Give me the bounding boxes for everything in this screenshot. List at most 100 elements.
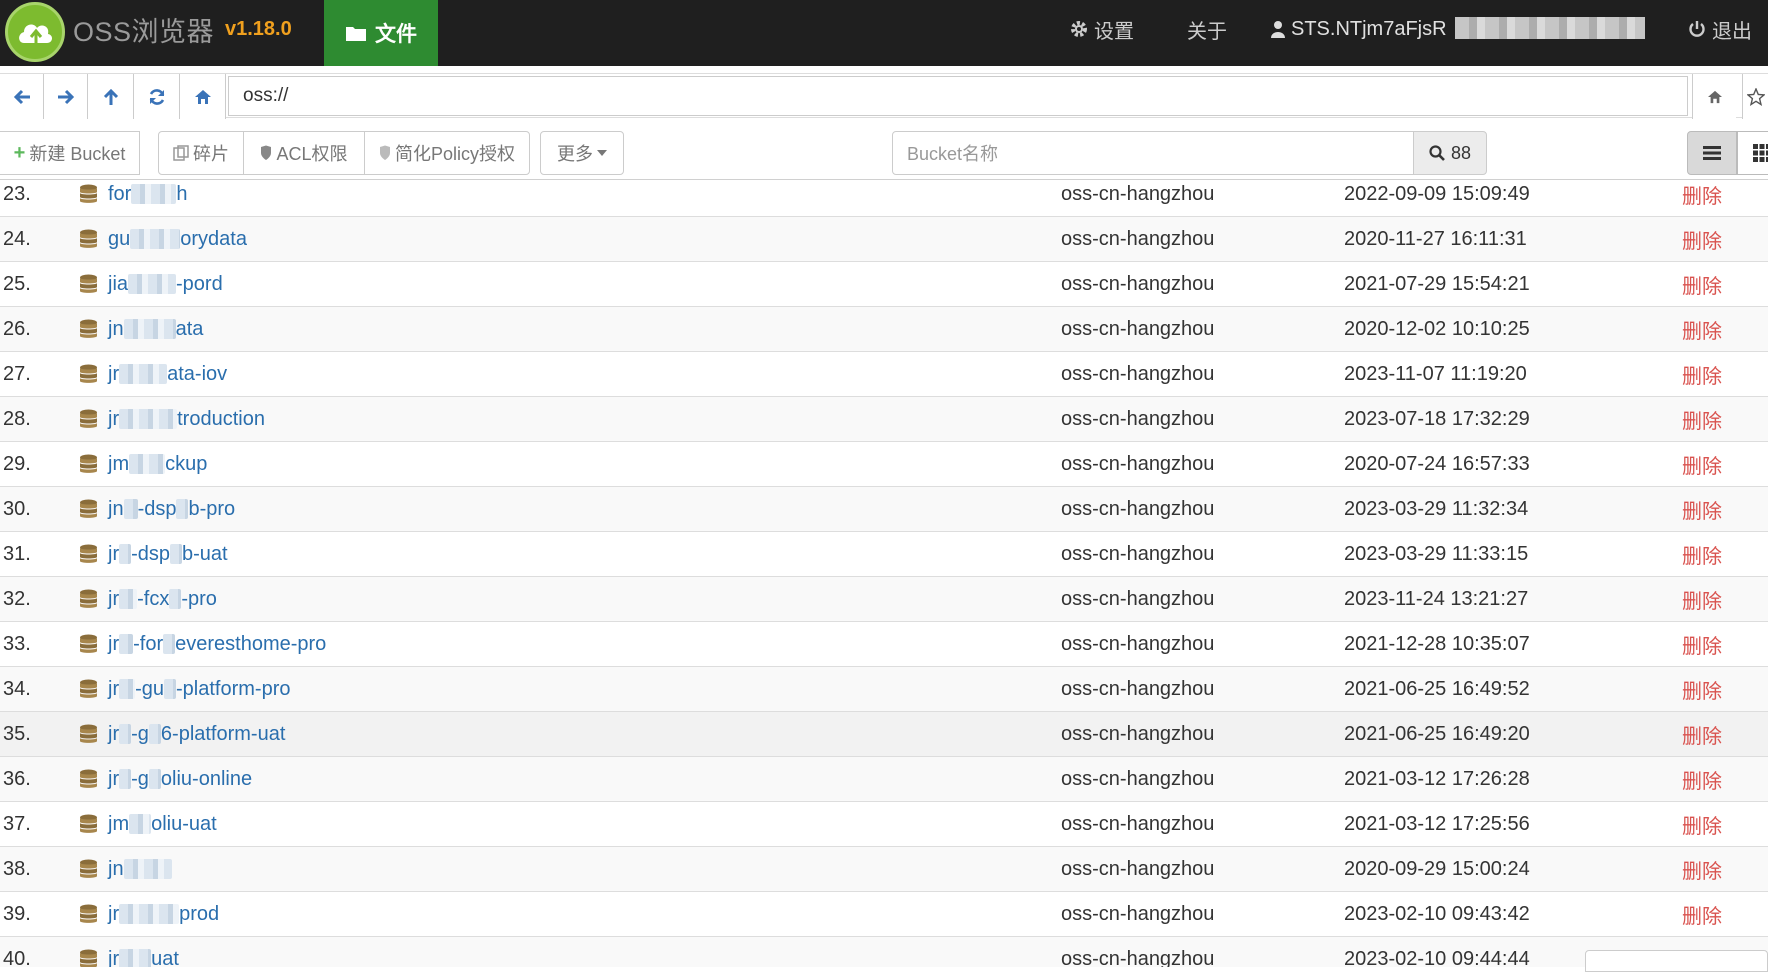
bucket-region: oss-cn-hangzhou [1061, 632, 1215, 655]
table-row[interactable]: 39. jr prod oss-cn-hangzhou 2023-02-10 09:43… [0, 892, 1768, 937]
bucket-toolbar: + 新建 Bucket 碎片 ACL权限 简化Policy授权 更多 Bucke… [0, 128, 1768, 180]
delete-link[interactable]: 删除 [1682, 262, 1722, 306]
list-view-button[interactable] [1687, 131, 1737, 175]
bucket-name-middle: -g [131, 722, 149, 745]
table-row[interactable]: 35. jr -g 6-platform-uat oss-cn-hangzhou 2021… [0, 712, 1768, 757]
delete-link[interactable]: 删除 [1682, 622, 1722, 666]
bucket-name-link[interactable]: jm ckup [79, 442, 207, 486]
address-input[interactable]: oss:// [228, 76, 1688, 116]
fragments-label: 碎片 [193, 144, 229, 164]
table-row[interactable]: 33. jr -for everesthome-pro oss-cn-hangzhou 2… [0, 622, 1768, 667]
bucket-region: oss-cn-hangzhou [1061, 947, 1215, 968]
bucket-name-middle: uat [151, 947, 179, 968]
acl-button[interactable]: ACL权限 [243, 131, 365, 175]
bucket-name-link[interactable]: gu orydata [79, 217, 247, 261]
grid-view-button[interactable] [1737, 131, 1768, 175]
table-row[interactable]: 38. jn oss-cn-hangzhou 2020-09-29 15:00:24 删… [0, 847, 1768, 892]
bucket-name-link[interactable]: jm oliu-uat [79, 802, 217, 846]
bucket-name-suffix: -pro [181, 587, 217, 610]
delete-link[interactable]: 删除 [1682, 577, 1722, 621]
bucket-name-link[interactable]: jr uat [79, 937, 179, 967]
delete-link[interactable]: 删除 [1682, 397, 1722, 441]
logout-link[interactable]: 退出 [1688, 0, 1752, 58]
delete-link[interactable]: 删除 [1682, 712, 1722, 756]
policy-button[interactable]: 简化Policy授权 [364, 131, 530, 175]
search-button[interactable]: 88 [1413, 131, 1487, 175]
about-link[interactable]: 关于 [1187, 0, 1227, 58]
row-number: 24. [3, 227, 31, 250]
bucket-name-link[interactable]: jr -for everesthome-pro [79, 622, 326, 666]
bucket-name-link[interactable]: for h [79, 181, 187, 216]
delete-link[interactable]: 删除 [1682, 217, 1722, 261]
bucket-name-prefix: jr [108, 947, 120, 968]
user-menu[interactable]: STS.NTjm7aFjsR [1271, 0, 1447, 58]
bucket-name-link[interactable]: jia -pord [79, 262, 223, 306]
delete-link[interactable]: 删除 [1682, 352, 1722, 396]
back-button[interactable] [0, 74, 44, 119]
bucket-table: 23. for h oss-cn-hangzhou 2022-09-09 15:09:4… [0, 181, 1768, 967]
redacted-text [119, 949, 152, 967]
bucket-name-link[interactable]: jr troduction [79, 397, 265, 441]
delete-link[interactable]: 删除 [1682, 307, 1722, 351]
table-row[interactable]: 28. jr troduction oss-cn-hangzhou 2023-07-18… [0, 397, 1768, 442]
bucket-name-link[interactable]: jn [79, 847, 172, 891]
refresh-button[interactable] [134, 74, 180, 119]
delete-link[interactable]: 删除 [1682, 667, 1722, 711]
row-number: 23. [3, 182, 31, 205]
table-row[interactable]: 23. for h oss-cn-hangzhou 2022-09-09 15:09:4… [0, 181, 1768, 217]
settings-link[interactable]: 设置 [1070, 0, 1134, 58]
table-row[interactable]: 31. jr -dsp b-uat oss-cn-hangzhou 2023-03-29 … [0, 532, 1768, 577]
fragments-button[interactable]: 碎片 [158, 131, 244, 175]
redacted-text [119, 634, 134, 654]
table-row[interactable]: 27. jr ata-iov oss-cn-hangzhou 2023-11-07 11… [0, 352, 1768, 397]
bookmark-button[interactable] [1742, 74, 1768, 119]
table-row[interactable]: 34. jr -gu -platform-pro oss-cn-hangzhou 2021… [0, 667, 1768, 712]
row-number: 35. [3, 722, 31, 745]
table-row[interactable]: 40. jr uat oss-cn-hangzhou 2023-02-10 09:44:… [0, 937, 1768, 967]
more-dropdown[interactable]: 更多 [540, 131, 624, 175]
delete-link[interactable]: 删除 [1682, 442, 1722, 486]
address-home-button[interactable] [1692, 74, 1736, 119]
bucket-created-time: 2023-07-18 17:32:29 [1344, 407, 1530, 430]
bucket-name-link[interactable]: jr -fcx -pro [79, 577, 217, 621]
bucket-region: oss-cn-hangzhou [1061, 452, 1215, 475]
table-row[interactable]: 26. jn ata oss-cn-hangzhou 2020-12-02 10:10:… [0, 307, 1768, 352]
up-button[interactable] [88, 74, 134, 119]
tab-files[interactable]: 文件 [324, 0, 438, 66]
bucket-search-input[interactable]: Bucket名称 [892, 131, 1414, 175]
delete-link[interactable]: 删除 [1682, 802, 1722, 846]
bucket-name-prefix: jr [108, 722, 120, 745]
bucket-region: oss-cn-hangzhou [1061, 272, 1215, 295]
bucket-name-link[interactable]: jr prod [79, 892, 219, 936]
table-row[interactable]: 36. jr -g oliu-online oss-cn-hangzhou 2021-03… [0, 757, 1768, 802]
bucket-name-link[interactable]: jr ata-iov [79, 352, 227, 396]
delete-link[interactable]: 删除 [1682, 181, 1722, 216]
forward-button[interactable] [44, 74, 88, 119]
bucket-name-prefix: for [108, 182, 132, 205]
bucket-name-link[interactable]: jr -g oliu-online [79, 757, 252, 801]
delete-link[interactable]: 删除 [1682, 892, 1722, 936]
table-row[interactable]: 37. jm oliu-uat oss-cn-hangzhou 2021-03-12 1… [0, 802, 1768, 847]
database-icon [80, 949, 97, 967]
new-bucket-button[interactable]: + 新建 Bucket [0, 131, 140, 175]
bucket-name-link[interactable]: jn ata [79, 307, 203, 351]
bucket-region: oss-cn-hangzhou [1061, 767, 1215, 790]
row-number: 36. [3, 767, 31, 790]
delete-link[interactable]: 删除 [1682, 487, 1722, 531]
delete-link[interactable]: 删除 [1682, 847, 1722, 891]
bucket-name-middle: -for [133, 632, 164, 655]
bucket-name-link[interactable]: jr -g 6-platform-uat [79, 712, 285, 756]
table-row[interactable]: 32. jr -fcx -pro oss-cn-hangzhou 2023-11-24 1… [0, 577, 1768, 622]
bucket-name-link[interactable]: jn -dsp b-pro [79, 487, 235, 531]
table-row[interactable]: 24. gu orydata oss-cn-hangzhou 2020-11-27 16… [0, 217, 1768, 262]
delete-link[interactable]: 删除 [1682, 532, 1722, 576]
bucket-name-prefix: jr [108, 407, 120, 430]
table-row[interactable]: 29. jm ckup oss-cn-hangzhou 2020-07-24 16:57… [0, 442, 1768, 487]
table-row[interactable]: 25. jia -pord oss-cn-hangzhou 2021-07-29 15:… [0, 262, 1768, 307]
home-button[interactable] [180, 74, 226, 119]
delete-link[interactable]: 删除 [1682, 757, 1722, 801]
bucket-name-link[interactable]: jr -dsp b-uat [79, 532, 228, 576]
bucket-name-link[interactable]: jr -gu -platform-pro [79, 667, 291, 711]
table-row[interactable]: 30. jn -dsp b-pro oss-cn-hangzhou 2023-03-29 … [0, 487, 1768, 532]
redacted-text [119, 409, 178, 429]
